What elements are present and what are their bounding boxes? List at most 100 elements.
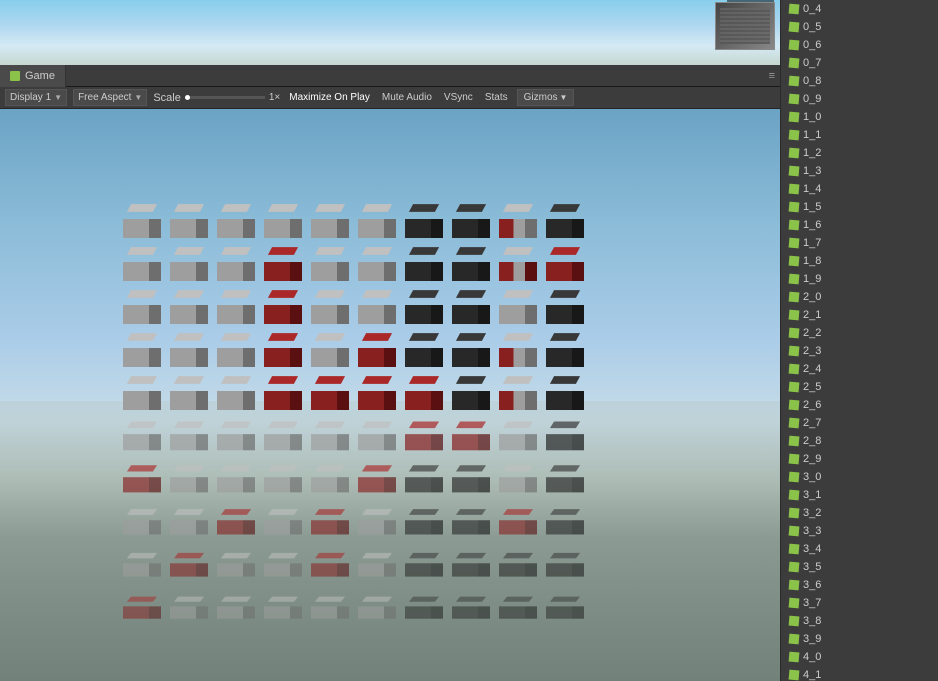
sidebar-item-label: 2_8 [803,435,821,447]
list-item [355,242,397,284]
scale-track[interactable] [185,96,265,99]
list-item [308,549,350,578]
cube-icon [789,148,800,159]
scene-view-strip: nera Prev [0,0,780,65]
list-item [449,593,491,620]
cube-icon [789,166,800,177]
sidebar-item[interactable]: 2_9 [781,450,938,468]
sidebar-item[interactable]: 0_7 [781,54,938,72]
camera-preview-thumbnail[interactable] [715,2,775,50]
list-item [496,461,538,495]
sidebar-item-label: 1_6 [803,219,821,231]
cube-icon [789,598,800,609]
list-item [261,549,303,578]
sidebar-item[interactable]: 1_9 [781,270,938,288]
list-item [308,417,350,453]
sidebar-item-label: 3_4 [803,543,821,555]
sidebar-item[interactable]: 3_4 [781,540,938,558]
sidebar-item[interactable]: 3_5 [781,558,938,576]
sidebar-item[interactable]: 2_1 [781,306,938,324]
cube-icon [789,652,800,663]
cube-icon [789,76,800,87]
sidebar-item[interactable]: 4_0 [781,648,938,666]
list-item [120,285,162,327]
list-item [449,417,491,453]
vsync-button[interactable]: VSync [441,92,476,103]
list-item [120,371,162,413]
sidebar-item[interactable]: 2_8 [781,432,938,450]
sidebar-item[interactable]: 2_6 [781,396,938,414]
cube-icon [789,346,800,357]
sidebar-item[interactable]: 1_1 [781,126,938,144]
list-item [167,461,209,495]
sidebar-item[interactable]: 2_7 [781,414,938,432]
list-item [449,505,491,537]
cube-icon [789,130,800,141]
sidebar-item[interactable]: 4_1 [781,666,938,681]
aspect-select[interactable]: Free Aspect ▼ [73,89,147,106]
cube-icon [789,238,800,249]
cube-icon [789,670,800,681]
sidebar-item-label: 2_2 [803,327,821,339]
cube-grid [120,199,589,628]
list-item [449,285,491,327]
cube-icon [789,4,800,15]
list-item [543,242,585,284]
sidebar-item[interactable]: 0_5 [781,18,938,36]
sidebar-item[interactable]: 1_7 [781,234,938,252]
tab-menu-icon[interactable]: ≡ [769,70,780,82]
maximize-button[interactable]: Maximize On Play [286,92,373,103]
sidebar-item[interactable]: 2_2 [781,324,938,342]
sidebar-item[interactable]: 2_0 [781,288,938,306]
cube-icon [789,454,800,465]
sidebar-item[interactable]: 1_0 [781,108,938,126]
sidebar-item[interactable]: 0_6 [781,36,938,54]
sidebar-item[interactable]: 3_7 [781,594,938,612]
sidebar-item[interactable]: 1_6 [781,216,938,234]
sidebar-item[interactable]: 2_3 [781,342,938,360]
mute-button[interactable]: Mute Audio [379,92,435,103]
sidebar-item[interactable]: 2_5 [781,378,938,396]
list-item [355,593,397,620]
list-item [214,461,256,495]
sidebar-item[interactable]: 3_9 [781,630,938,648]
cube-icon [789,274,800,285]
cube-icon [789,310,800,321]
sidebar-item[interactable]: 3_1 [781,486,938,504]
gizmos-button[interactable]: Gizmos ▼ [517,89,575,106]
sidebar-item-label: 3_3 [803,525,821,537]
sidebar-item[interactable]: 3_0 [781,468,938,486]
sidebar-item-label: 2_4 [803,363,821,375]
list-item [355,549,397,578]
sidebar-item[interactable]: 2_4 [781,360,938,378]
sidebar-item[interactable]: 1_4 [781,180,938,198]
sidebar-item[interactable]: 3_3 [781,522,938,540]
stats-button[interactable]: Stats [482,92,511,103]
list-item [402,371,444,413]
sidebar-item[interactable]: 1_3 [781,162,938,180]
sidebar-item-label: 0_4 [803,3,821,15]
game-tab-icon [10,71,20,81]
sidebar-item[interactable]: 0_8 [781,72,938,90]
sidebar-item[interactable]: 0_4 [781,0,938,18]
sidebar-item-label: 0_7 [803,57,821,69]
sidebar-item[interactable]: 1_8 [781,252,938,270]
sidebar-item-label: 2_9 [803,453,821,465]
sidebar-item[interactable]: 1_5 [781,198,938,216]
sidebar-item[interactable]: 3_8 [781,612,938,630]
sidebar-item[interactable]: 3_6 [781,576,938,594]
list-item [261,285,303,327]
sidebar-item[interactable]: 1_2 [781,144,938,162]
list-item [402,549,444,578]
list-item [543,593,585,620]
cube-icon [789,562,800,573]
list-item [308,285,350,327]
display-select[interactable]: Display 1 ▼ [5,89,67,106]
cube-icon [789,94,800,105]
cube-icon [789,634,800,645]
game-tab[interactable]: Game [0,65,66,87]
aspect-select-arrow: ▼ [134,93,142,102]
sidebar-item[interactable]: 0_9 [781,90,938,108]
cube-icon [789,202,800,213]
sidebar-item[interactable]: 3_2 [781,504,938,522]
